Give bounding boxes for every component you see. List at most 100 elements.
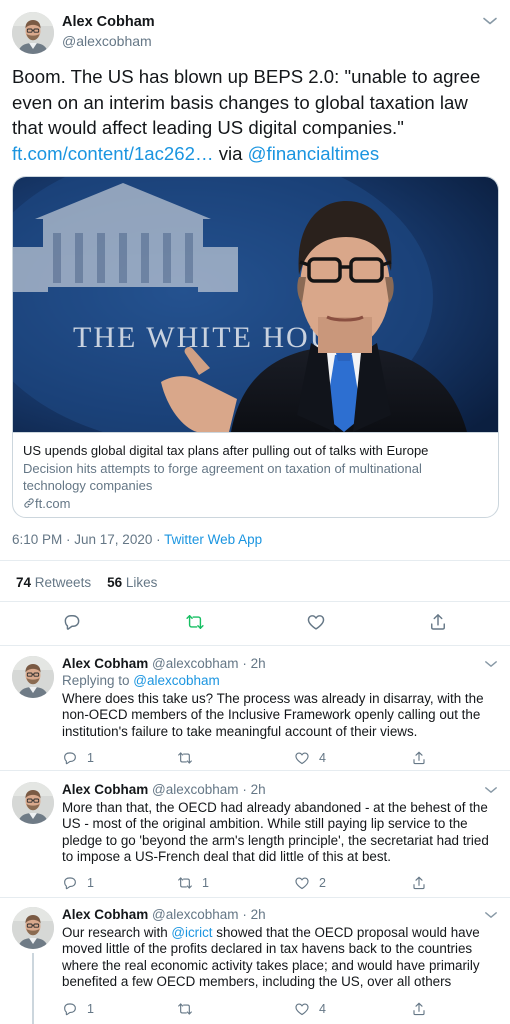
card-body: US upends global digital tax plans after… <box>13 432 498 517</box>
share-icon <box>411 750 427 766</box>
thread-line <box>32 953 34 1024</box>
separator-dot: · <box>242 656 247 671</box>
reply-text-part: showed that the OECD proposal would have <box>212 925 480 940</box>
share-icon[interactable] <box>428 612 448 632</box>
reply-actions: 1 4 <box>62 749 462 767</box>
avatar[interactable] <box>12 12 54 54</box>
reply-button[interactable]: 1 <box>62 749 94 767</box>
main-tweet-actions <box>0 612 510 640</box>
separator-dot: · <box>242 782 247 797</box>
reply-count: 1 <box>87 876 94 890</box>
avatar[interactable] <box>12 656 54 698</box>
reply-button[interactable]: 1 <box>62 1000 94 1018</box>
separator-dot: · <box>242 907 247 922</box>
reply-text-part: Our research with <box>62 925 172 940</box>
replying-prefix: Replying to <box>62 673 134 688</box>
share-button[interactable] <box>411 749 427 767</box>
like-count: 4 <box>319 751 326 765</box>
icrict-mention[interactable]: @icrict <box>171 925 212 940</box>
like-button[interactable]: 2 <box>294 874 326 892</box>
tweet-text-line: that would affect leading US digital com… <box>12 117 404 138</box>
replying-to: Replying to @alexcobham <box>62 673 220 688</box>
like-count: 4 <box>319 1002 326 1016</box>
divider <box>0 601 510 602</box>
author-handle[interactable]: @alexcobham <box>62 33 152 49</box>
like-icon[interactable] <box>306 612 326 632</box>
reply-text: Where does this take us? The process was… <box>62 691 492 740</box>
author-handle[interactable]: @alexcobham <box>152 782 239 797</box>
reply-tweet[interactable]: Alex Cobham @alexcobham · 2h More than t… <box>0 782 510 900</box>
reply-icon[interactable] <box>62 612 82 632</box>
reply-actions: 1 4 <box>62 1000 462 1018</box>
card-title: US upends global digital tax plans after… <box>23 443 429 458</box>
share-icon <box>411 875 427 891</box>
reply-text: More than that, the OECD had already aba… <box>62 800 492 865</box>
tweet-source[interactable]: Twitter Web App <box>164 532 262 547</box>
reply-count: 1 <box>87 751 94 765</box>
author-handle[interactable]: @alexcobham <box>152 907 239 922</box>
retweets-count: 74 <box>16 575 32 590</box>
reply-text-line: pledge to go 'beyond the arm's length pr… <box>62 832 489 848</box>
avatar[interactable] <box>12 907 54 949</box>
link-icon <box>23 496 35 511</box>
reply-text-line: moved little of the profits declared in … <box>62 941 473 957</box>
reply-tweet[interactable]: Alex Cobham @alexcobham · 2h Our researc… <box>0 907 510 1024</box>
retweet-button[interactable] <box>177 749 202 767</box>
timestamp[interactable]: 6:10 PM · Jun 17, 2020 · <box>12 532 164 547</box>
tweet-text-line: ft.com/content/1ac262… via @financialtim… <box>12 141 502 167</box>
likes-stat[interactable]: 56 Likes <box>107 575 157 590</box>
retweet-count: 1 <box>202 876 209 890</box>
author-name[interactable]: Alex Cobham <box>62 14 155 30</box>
reply-time[interactable]: 2h <box>251 782 266 797</box>
retweet-icon <box>177 750 193 766</box>
reply-header: Alex Cobham @alexcobham · 2h <box>62 907 266 922</box>
tweet-stats: 74 Retweets 56 Likes <box>16 575 157 590</box>
share-button[interactable] <box>411 874 427 892</box>
retweet-icon[interactable] <box>185 612 205 632</box>
avatar[interactable] <box>12 782 54 824</box>
reply-text: Our research with @icrict showed that th… <box>62 925 492 990</box>
retweet-button[interactable] <box>177 1000 202 1018</box>
reply-icon <box>62 875 78 891</box>
reply-tweet[interactable]: Alex Cobham @alexcobham · 2h Replying to… <box>0 656 510 772</box>
main-tweet-header: Alex Cobham @alexcobham <box>12 12 498 56</box>
mention-link[interactable]: @financialtimes <box>248 143 380 164</box>
chevron-down-icon[interactable] <box>482 14 498 28</box>
retweet-icon <box>177 1001 193 1017</box>
like-button[interactable]: 4 <box>294 749 326 767</box>
share-button[interactable] <box>411 1000 427 1018</box>
author-name[interactable]: Alex Cobham <box>62 656 148 671</box>
author-handle[interactable]: @alexcobham <box>152 656 239 671</box>
reply-icon <box>62 750 78 766</box>
retweets-stat[interactable]: 74 Retweets <box>16 575 91 590</box>
reply-text-line: to impose a US-French deal that did litt… <box>62 848 391 864</box>
chevron-down-icon[interactable] <box>484 658 498 670</box>
reply-text-line: non-OECD members of the Inclusive Framew… <box>62 707 481 723</box>
link-card[interactable]: THE WHITE HOUSE US upends global digital… <box>12 176 499 518</box>
via-text: via <box>213 142 248 164</box>
reply-text-line: institution's failure to take meaningful… <box>62 723 418 739</box>
reply-text-line: benefited a few OECD members, including … <box>62 973 452 989</box>
reply-header: Alex Cobham @alexcobham · 2h <box>62 656 266 671</box>
retweet-icon <box>177 875 193 891</box>
like-count: 2 <box>319 876 326 890</box>
article-link[interactable]: ft.com/content/1ac262… <box>12 143 214 164</box>
reply-button[interactable]: 1 <box>62 874 94 892</box>
chevron-down-icon[interactable] <box>484 909 498 921</box>
reply-time[interactable]: 2h <box>251 907 266 922</box>
chevron-down-icon[interactable] <box>484 784 498 796</box>
author-name[interactable]: Alex Cobham <box>62 907 148 922</box>
divider <box>0 770 510 771</box>
replying-mention[interactable]: @alexcobham <box>133 673 220 688</box>
reply-time[interactable]: 2h <box>251 656 266 671</box>
card-domain: ft.com <box>23 495 490 512</box>
retweet-button[interactable]: 1 <box>177 874 209 892</box>
like-icon <box>294 750 310 766</box>
reply-icon <box>62 1001 78 1017</box>
like-button[interactable]: 4 <box>294 1000 326 1018</box>
card-image: THE WHITE HOUSE <box>13 177 498 432</box>
likes-label: Likes <box>125 575 158 590</box>
reply-text-line: where the real economic activity takes p… <box>62 957 480 973</box>
retweets-label: Retweets <box>34 575 92 590</box>
author-name[interactable]: Alex Cobham <box>62 782 148 797</box>
